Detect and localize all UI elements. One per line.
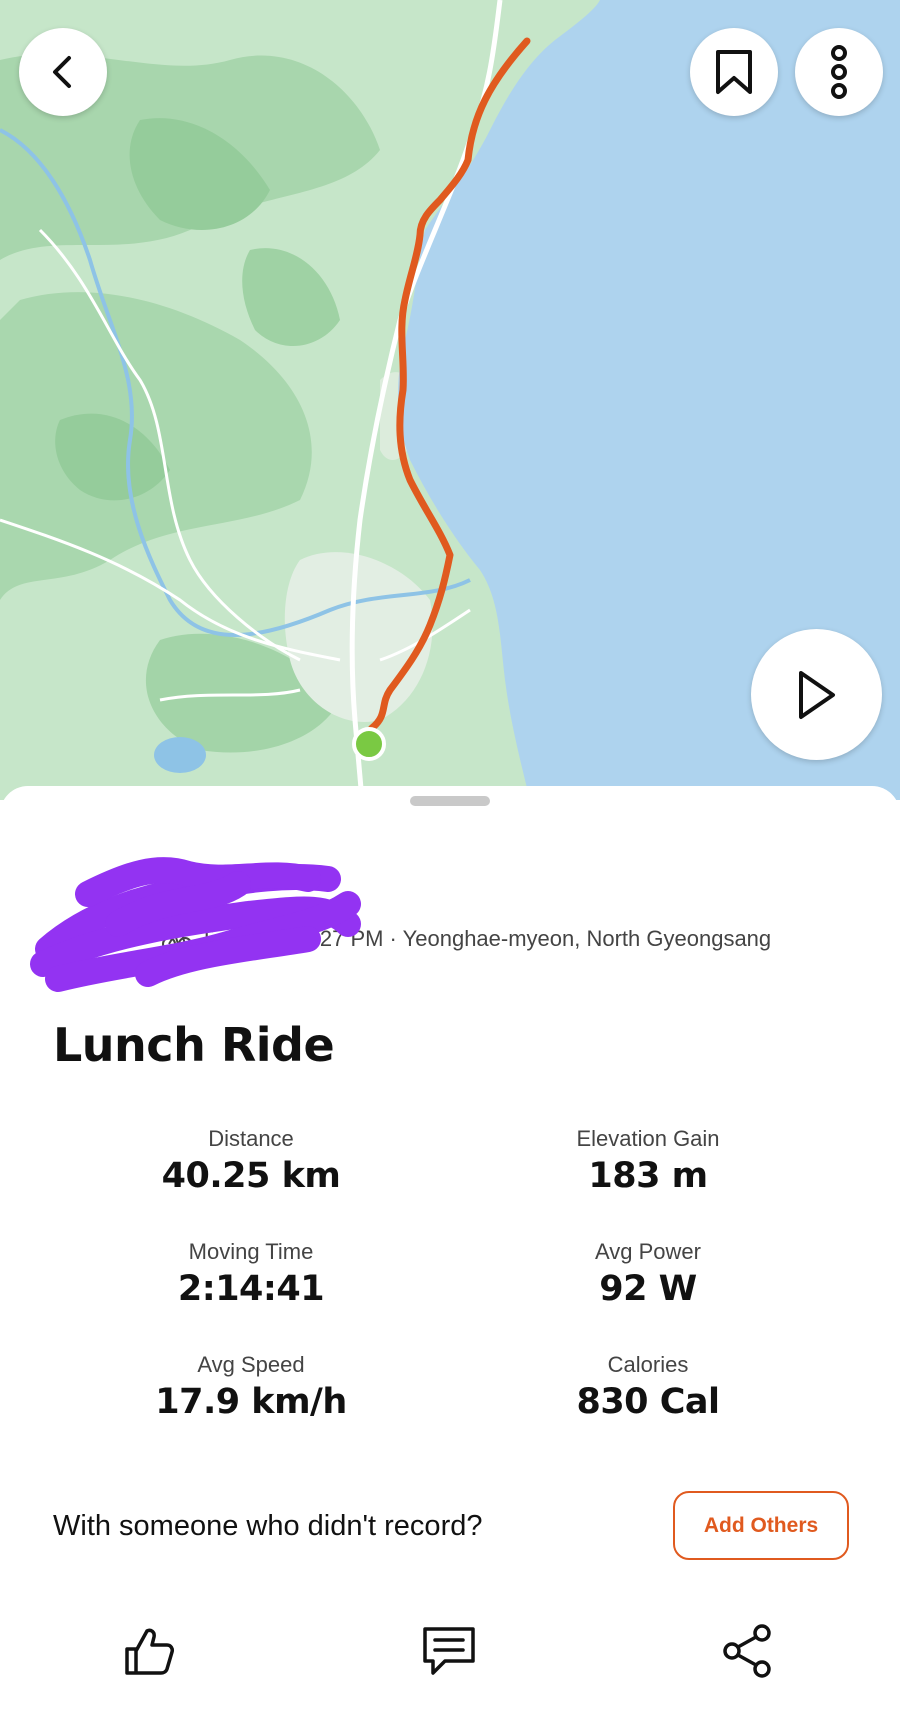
action-bar xyxy=(0,1606,900,1706)
redaction-scribble xyxy=(30,857,361,992)
stat-value: 830 Cal xyxy=(576,1382,720,1422)
stat-avg-power: Avg Power 92 W xyxy=(483,1239,813,1309)
stat-calories: Calories 830 Cal xyxy=(483,1352,813,1422)
save-route-button[interactable] xyxy=(690,28,778,116)
start-marker xyxy=(352,727,386,761)
stat-value: 92 W xyxy=(599,1269,697,1309)
thumbs-up-icon xyxy=(125,1628,174,1675)
stat-label: Distance xyxy=(208,1126,294,1151)
kudos-button[interactable] xyxy=(104,1606,194,1696)
drag-handle[interactable] xyxy=(410,796,490,806)
share-button[interactable] xyxy=(703,1606,793,1696)
share-icon xyxy=(723,1624,771,1678)
play-flyover-button[interactable] xyxy=(751,629,882,760)
stat-value: 183 m xyxy=(588,1156,708,1196)
more-vertical-icon xyxy=(831,45,847,99)
group-activity-prompt: With someone who didn't record? xyxy=(53,1510,483,1542)
comment-button[interactable] xyxy=(404,1606,494,1696)
activity-sheet: Today at 12:27 PM · Yeonghae-myeon, Nort… xyxy=(0,786,900,1721)
activity-title[interactable]: Lunch Ride xyxy=(53,1018,335,1072)
play-icon xyxy=(798,670,835,719)
stat-value: 40.25 km xyxy=(161,1156,341,1196)
back-button[interactable] xyxy=(19,28,107,116)
stat-elevation-gain: Elevation Gain 183 m xyxy=(483,1126,813,1196)
add-others-button[interactable]: Add Others xyxy=(673,1491,849,1560)
chevron-left-icon xyxy=(53,56,71,88)
comment-icon xyxy=(423,1627,475,1675)
stat-avg-speed: Avg Speed 17.9 km/h xyxy=(86,1352,416,1422)
stat-label: Elevation Gain xyxy=(576,1126,720,1151)
stat-value: 17.9 km/h xyxy=(155,1382,347,1422)
stat-label: Moving Time xyxy=(188,1239,314,1264)
stat-moving-time: Moving Time 2:14:41 xyxy=(86,1239,416,1309)
stat-distance: Distance 40.25 km xyxy=(86,1126,416,1196)
more-options-button[interactable] xyxy=(795,28,883,116)
stat-label: Calories xyxy=(607,1352,689,1377)
stat-label: Avg Speed xyxy=(197,1352,305,1377)
route-map[interactable] xyxy=(0,0,900,800)
bookmark-icon xyxy=(716,50,752,94)
stat-label: Avg Power xyxy=(595,1239,701,1264)
stat-value: 2:14:41 xyxy=(177,1269,325,1309)
